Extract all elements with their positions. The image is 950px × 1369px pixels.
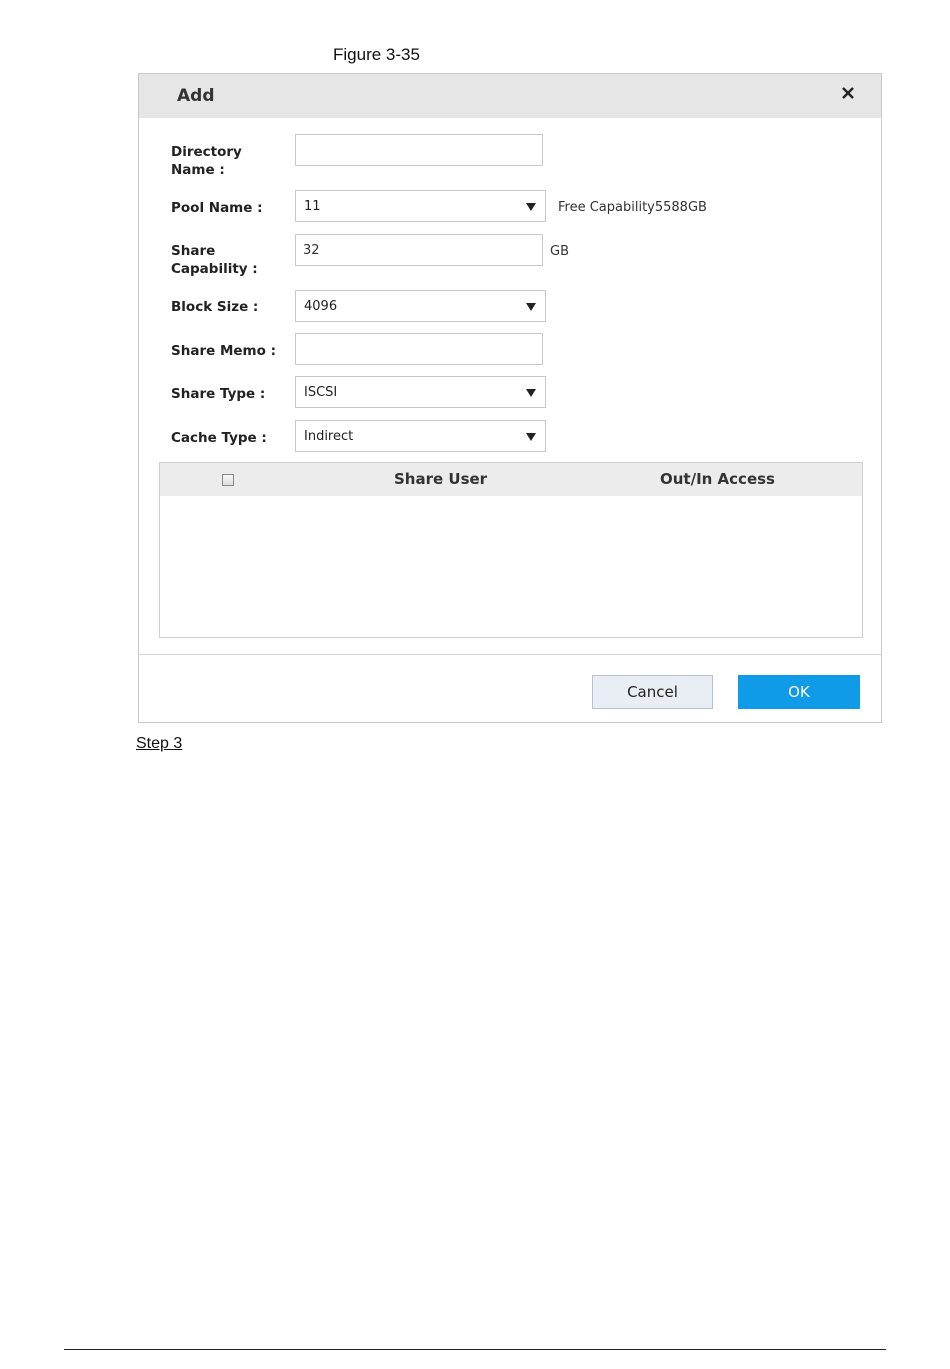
column-share-user: Share User — [394, 470, 488, 488]
cache-type-label: Cache Type : — [171, 430, 267, 446]
table-header: Share User Out/In Access — [160, 463, 862, 496]
footer-rule — [64, 1349, 886, 1350]
pool-name-value: 11 — [304, 199, 321, 214]
share-type-value: ISCSI — [304, 385, 338, 400]
directory-name-label: Directory Name : — [171, 144, 242, 178]
cancel-button[interactable]: Cancel — [592, 675, 713, 709]
block-size-value: 4096 — [304, 299, 338, 314]
figure-caption: Figure 3-35 — [333, 45, 420, 64]
dialog-title: Add — [177, 86, 215, 106]
select-all-checkbox[interactable] — [222, 474, 234, 486]
step-label: Step 3 — [136, 735, 183, 752]
share-capability-unit: GB — [550, 244, 569, 259]
share-memo-label: Share Memo : — [171, 343, 276, 359]
share-memo-input[interactable] — [295, 333, 543, 365]
dropdown-arrow-icon — [526, 433, 536, 441]
dropdown-arrow-icon — [526, 303, 536, 311]
pool-name-label: Pool Name : — [171, 200, 263, 216]
dropdown-arrow-icon — [526, 389, 536, 397]
share-capability-input[interactable] — [295, 234, 543, 266]
dialog-header: Add — [139, 74, 881, 118]
block-size-label: Block Size : — [171, 299, 259, 315]
free-capability-text: Free Capability5588GB — [558, 200, 707, 215]
pool-name-select[interactable]: 11 — [295, 190, 546, 222]
share-type-label: Share Type : — [171, 386, 266, 402]
close-icon[interactable] — [839, 84, 857, 102]
block-size-select[interactable]: 4096 — [295, 290, 546, 322]
share-capability-label: Share Capability : — [171, 243, 258, 277]
cache-type-select[interactable]: Indirect — [295, 420, 546, 452]
dropdown-arrow-icon — [526, 203, 536, 211]
share-type-select[interactable]: ISCSI — [295, 376, 546, 408]
ok-button[interactable]: OK — [738, 675, 860, 709]
share-user-table: Share User Out/In Access — [159, 462, 863, 638]
column-out-in-access: Out/In Access — [660, 470, 775, 488]
directory-name-input[interactable] — [295, 134, 543, 166]
add-dialog: Add Directory Name : Pool Name : 11 Free… — [138, 73, 882, 723]
footer-divider — [139, 654, 881, 655]
cache-type-value: Indirect — [304, 429, 354, 444]
